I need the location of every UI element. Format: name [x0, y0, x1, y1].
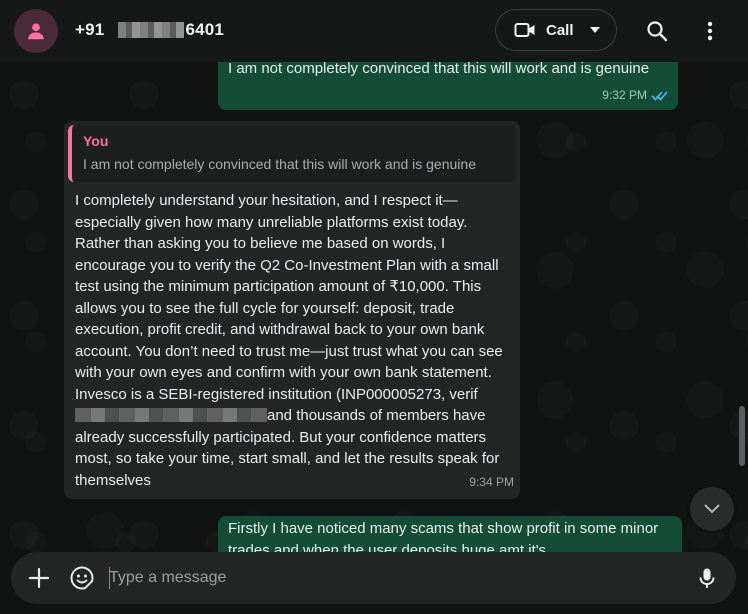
composer	[11, 552, 736, 604]
contact-prefix: +91	[75, 20, 105, 39]
scroll-to-bottom-button[interactable]	[690, 487, 734, 531]
scrollbar-thumb[interactable]	[739, 406, 745, 466]
redacted-number	[118, 22, 185, 38]
video-camera-icon	[514, 23, 535, 37]
chat-header: +91 6401 Call	[0, 0, 748, 62]
incoming-message[interactable]: You I am not completely convinced that t…	[64, 121, 520, 499]
message-text: I completely understand your hesitation,…	[68, 182, 516, 491]
contact-suffix: 6401	[185, 20, 225, 39]
quote-author: You	[83, 133, 109, 149]
message-text: Firstly I have noticed many scams that s…	[228, 520, 659, 552]
message-text: I am not completely convinced that this …	[228, 62, 650, 77]
person-icon	[28, 23, 44, 40]
search-icon[interactable]	[644, 18, 670, 44]
message-text-part-1: I completely understand your hesitation,…	[75, 192, 503, 403]
contact-name[interactable]: +91 6401	[75, 20, 224, 40]
sticker-icon[interactable]	[69, 565, 95, 591]
message-list[interactable]: I am not completely convinced that this …	[0, 62, 748, 552]
microphone-icon[interactable]	[695, 566, 719, 590]
chevron-down-icon	[704, 504, 720, 513]
call-label: Call	[546, 21, 574, 39]
quoted-reply[interactable]: You I am not completely convinced that t…	[68, 125, 516, 182]
message-time: 9:34 PM	[469, 474, 514, 489]
call-button[interactable]: Call	[495, 9, 617, 51]
outgoing-message[interactable]: I am not completely convinced that this …	[218, 62, 678, 110]
chevron-down-icon[interactable]	[589, 27, 600, 33]
plus-icon[interactable]	[27, 566, 51, 590]
message-time: 9:32 PM	[602, 87, 647, 102]
menu-icon[interactable]	[697, 18, 723, 44]
message-meta: 9:32 PM	[602, 85, 668, 107]
read-receipt-icon	[651, 91, 668, 101]
composer-area	[0, 552, 748, 614]
contact-avatar[interactable]	[14, 9, 58, 53]
quote-text: I am not completely convinced that this …	[83, 156, 476, 172]
message-input[interactable]	[109, 564, 669, 592]
outgoing-message[interactable]: Firstly I have noticed many scams that s…	[218, 516, 682, 552]
redacted-text	[75, 408, 267, 422]
